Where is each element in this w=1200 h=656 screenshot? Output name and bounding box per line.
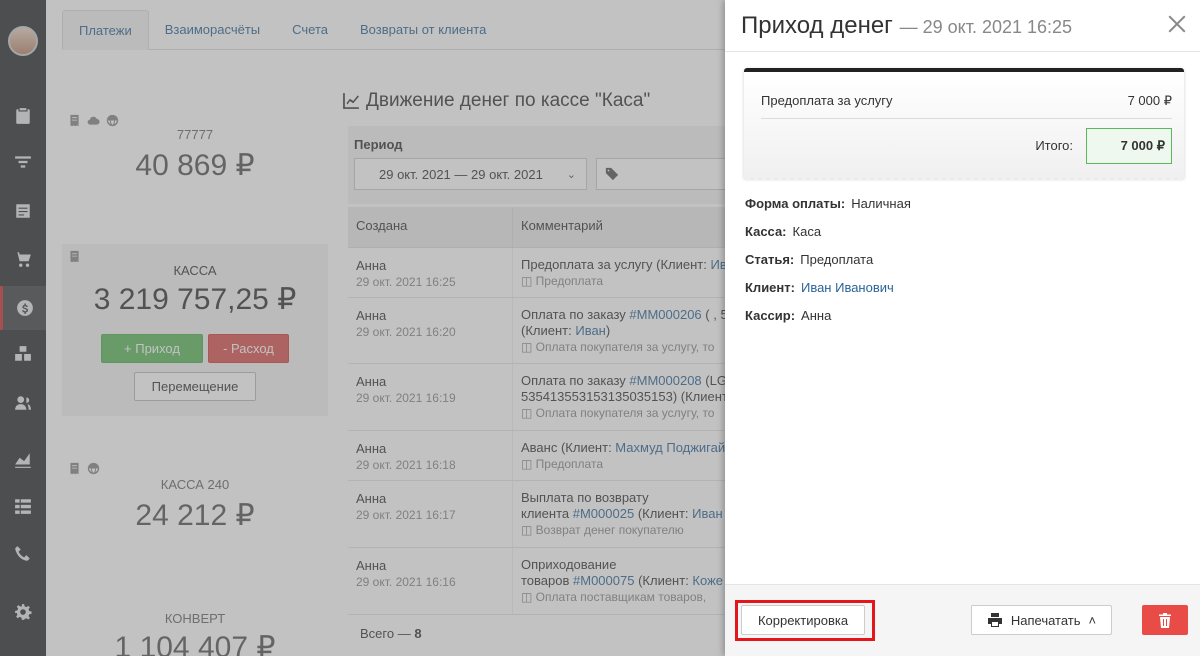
detail-client: Клиент: Иван Иванович xyxy=(745,280,894,295)
cart-icon[interactable] xyxy=(0,237,46,281)
comment-subtext: ◫ Оплата покупателя за услугу, то xyxy=(521,340,715,354)
user-avatar[interactable] xyxy=(8,26,38,56)
cashbox-name: КАССА 240 xyxy=(160,477,230,492)
tab-client-returns[interactable]: Возвраты от клиента xyxy=(344,10,502,50)
cashbox-name: КОНВЕРТ xyxy=(164,611,226,626)
comment-subtext: ◫ Оплата покупателя за услугу, то xyxy=(521,406,715,420)
table-row[interactable]: Анна 29 окт. 2021 16:16 Оприходование това… xyxy=(348,548,726,615)
client-link[interactable]: Махмуд Поджигай xyxy=(615,440,725,455)
tag-filter[interactable] xyxy=(596,158,726,190)
order-link[interactable]: #MM000208 xyxy=(629,373,701,388)
cashbox-sum: 1 104 407 ₽ xyxy=(114,631,276,656)
client-link[interactable]: Иван xyxy=(710,257,726,272)
cashbox-card[interactable]: КАССА 240 24 212 ₽ xyxy=(62,462,328,562)
tag-icon xyxy=(605,167,619,181)
cashbox-sum: 24 212 ₽ xyxy=(135,499,255,532)
table-row[interactable]: Анна 29 окт. 2021 16:17 Выплата по возвра… xyxy=(348,481,726,548)
list-icon[interactable] xyxy=(0,484,46,528)
drawer-title: Приход денег — 29 окт. 2021 16:25 xyxy=(741,12,1073,39)
cashbox-sum: 40 869 ₽ xyxy=(135,149,255,182)
users-icon[interactable] xyxy=(0,381,46,425)
detail-cashbox: Касса: Каса xyxy=(745,224,822,239)
tab-payments[interactable]: Платежи xyxy=(62,10,149,50)
printer-icon xyxy=(987,613,1002,627)
drawer-date: — 29 окт. 2021 16:25 xyxy=(899,17,1073,37)
table-row[interactable]: Анна 29 окт. 2021 16:19 Оплата по заказу … xyxy=(348,364,726,431)
delete-button[interactable] xyxy=(1142,605,1188,635)
detail-article: Статья: Предоплата xyxy=(745,252,874,267)
payment-drawer: Приход денег — 29 окт. 2021 16:25 Предоп… xyxy=(725,0,1200,656)
table-header: Создана Комментарий xyxy=(348,207,726,248)
close-icon[interactable] xyxy=(1166,13,1188,35)
receipt-icon xyxy=(70,250,79,263)
receipt-icon xyxy=(70,114,79,127)
correction-button[interactable]: Корректировка xyxy=(741,605,865,635)
main-content: Платежи Взаиморасчёты Счета Возвраты от … xyxy=(46,0,726,656)
client-link[interactable]: Иван xyxy=(575,323,606,338)
clipboard-icon[interactable] xyxy=(0,94,46,138)
table-row[interactable]: Анна 29 окт. 2021 16:25 Предоплата за усл… xyxy=(348,248,726,298)
order-link[interactable]: #MM000206 xyxy=(629,307,701,322)
column-comment[interactable]: Комментарий xyxy=(513,207,611,247)
comment-subtext: ◫ Предоплата xyxy=(521,457,604,471)
table-total: Всего — 8 xyxy=(360,626,422,641)
comment-subtext: ◫ Возврат денег покупателю xyxy=(521,523,684,537)
period-select[interactable]: 29 окт. 2021 — 29 окт. 2021 ⌄ xyxy=(354,158,587,190)
detail-cashier: Кассир: Анна xyxy=(745,308,832,323)
chevron-down-icon: ⌄ xyxy=(566,169,576,181)
tab-invoices[interactable]: Счета xyxy=(276,10,344,50)
table-row[interactable]: Анна 29 окт. 2021 16:18 Аванс (Клиент: Ма… xyxy=(348,431,726,481)
filter-icon[interactable] xyxy=(0,140,46,184)
cloud-icon xyxy=(87,116,100,125)
chevron-up-icon: ˄ xyxy=(1088,612,1097,628)
tab-settlements[interactable]: Взаиморасчёты xyxy=(149,10,276,50)
income-button[interactable]: + Приход xyxy=(101,334,203,363)
table-row[interactable]: Анна 29 окт. 2021 16:20 Оплата по заказу … xyxy=(348,298,726,364)
column-created[interactable]: Создана xyxy=(348,207,513,247)
comment-subtext: ◫ Оплата поставщикам товаров, xyxy=(521,590,707,604)
period-label: Период xyxy=(354,137,403,152)
posting-link[interactable]: #M000075 xyxy=(573,573,634,588)
print-button[interactable]: Напечатать ˄ xyxy=(971,605,1112,635)
drawer-footer: Корректировка Напечатать ˄ xyxy=(725,584,1200,656)
payments-table: Создана Комментарий Анна 29 окт. 2021 16:… xyxy=(348,207,726,615)
receipt: Предоплата за услугу 7 000 ₽ Итого: 7 00… xyxy=(744,68,1184,183)
gear-icon[interactable] xyxy=(0,590,46,634)
client-link[interactable]: Иван Иванович xyxy=(801,280,894,295)
client-link[interactable]: Иван xyxy=(692,506,723,521)
tabs-bar: Платежи Взаиморасчёты Счета Возвраты от … xyxy=(62,10,726,50)
expense-button[interactable]: - Расход xyxy=(208,334,289,363)
cashbox-sum: 3 219 757,25 ₽ xyxy=(93,283,297,316)
receipt-total-value: 7 000 ₽ xyxy=(1086,128,1172,164)
money-icon[interactable] xyxy=(0,286,46,330)
cashbox-card[interactable]: КОНВЕРТ 1 104 407 ₽ xyxy=(62,611,328,656)
left-sidebar xyxy=(0,0,46,656)
cashbox-name: КАССА xyxy=(173,263,217,278)
receipt-line: Предоплата за услугу 7 000 ₽ xyxy=(761,93,1172,108)
comment-subtext: ◫ Предоплата xyxy=(521,274,604,288)
receipt-icon xyxy=(70,462,79,475)
globe-icon xyxy=(87,462,100,475)
boxes-icon[interactable] xyxy=(0,332,46,376)
receipt-total-label: Итого: xyxy=(1035,138,1073,153)
payment-details: Форма оплаты: Наличная Касса: Каса Статья:… xyxy=(745,196,911,336)
phone-icon[interactable] xyxy=(0,532,46,576)
filter-box: Период 29 окт. 2021 — 29 окт. 2021 ⌄ xyxy=(348,126,726,204)
document-icon[interactable] xyxy=(0,189,46,233)
chart-icon[interactable] xyxy=(0,438,46,482)
detail-payment-form: Форма оплаты: Наличная xyxy=(745,196,911,211)
move-button[interactable]: Перемещение xyxy=(134,372,256,401)
return-link[interactable]: #M000025 xyxy=(573,506,634,521)
panel-title: Движение денег по кассе "Каса" xyxy=(342,90,650,112)
cashbox-card[interactable]: 77777 40 869 ₽ xyxy=(62,114,328,214)
drawer-header: Приход денег — 29 окт. 2021 16:25 xyxy=(725,0,1200,52)
line-chart-icon xyxy=(343,93,359,109)
cashbox-card-selected[interactable]: КАССА 3 219 757,25 ₽ + Приход - Расход П… xyxy=(62,244,328,416)
globe-icon xyxy=(106,114,119,127)
trash-icon xyxy=(1159,612,1171,628)
client-link[interactable]: Коже xyxy=(692,573,723,588)
